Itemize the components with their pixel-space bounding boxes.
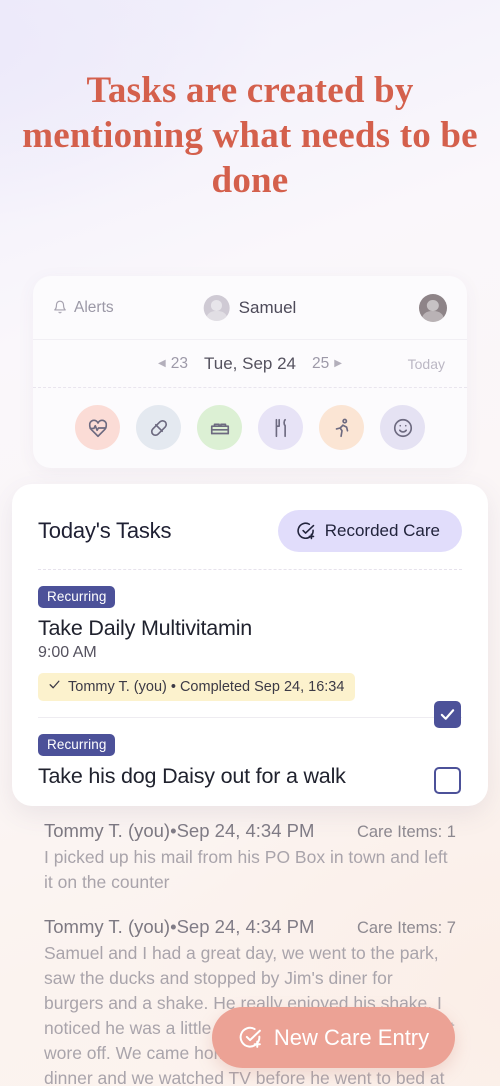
bell-icon — [53, 300, 67, 316]
utensils-icon — [275, 418, 286, 437]
pill-icon — [150, 419, 167, 436]
category-meals[interactable] — [258, 405, 303, 450]
care-entry-items-count: Care Items: 7 — [356, 919, 456, 937]
task-completion-text: Tommy T. (you) • Completed Sep 24, 16:34 — [68, 678, 345, 695]
tasks-card-header: Today's Tasks Recorded Care — [12, 484, 488, 552]
task-title: Take his dog Daisy out for a walk — [38, 764, 346, 788]
patient-name: Samuel — [238, 297, 297, 317]
user-avatar[interactable] — [419, 293, 447, 322]
care-entry-timestamp: Sep 24, 4:34 PM — [176, 820, 315, 841]
check-icon — [48, 678, 61, 695]
care-entry-items-count: Care Items: 1 — [356, 823, 456, 841]
new-care-entry-label: New Care Entry — [273, 1024, 430, 1050]
current-date: Tue, Sep 24 — [204, 353, 296, 373]
date-navigation: ◀ 23 Tue, Sep 24 25 ▶ Today — [33, 340, 467, 388]
task-badge: Recurring — [38, 586, 116, 608]
dashboard-header: Alerts Samuel — [33, 276, 467, 340]
care-entry-meta: Tommy T. (you) • Sep 24, 4:34 PM Care It… — [44, 916, 456, 938]
smiley-icon — [393, 418, 412, 437]
category-medication[interactable] — [136, 405, 181, 450]
dashboard-preview-card: Alerts Samuel ◀ 23 Tue, Sep 24 25 ▶ Toda… — [33, 276, 467, 468]
task-checkbox-unchecked[interactable] — [434, 767, 461, 794]
care-entry-meta: Tommy T. (you) • Sep 24, 4:34 PM Care It… — [44, 820, 456, 842]
new-care-entry-button[interactable]: New Care Entry — [212, 1007, 455, 1068]
page-title: Tasks are created by mentioning what nee… — [22, 70, 478, 201]
next-day-label: 25 — [312, 354, 330, 372]
prev-day-label: 23 — [170, 354, 188, 372]
task-row[interactable]: Recurring Take his dog Daisy out for a w… — [12, 718, 488, 794]
patient-selector[interactable]: Samuel — [203, 294, 297, 321]
alerts-label: Alerts — [74, 298, 114, 316]
circle-check-plus-icon — [296, 521, 316, 541]
task-completion-banner: Tommy T. (you) • Completed Sep 24, 16:34 — [38, 673, 356, 701]
running-icon — [335, 418, 348, 437]
care-entry-author: Tommy T. (you) — [44, 916, 171, 937]
task-row[interactable]: Recurring Take Daily Multivitamin 9:00 A… — [12, 570, 488, 728]
alerts-button[interactable]: Alerts — [53, 299, 114, 317]
chevron-left-icon: ◀ — [158, 358, 166, 369]
category-icon-row — [33, 388, 467, 467]
care-entry[interactable]: Tommy T. (you) • Sep 24, 4:34 PM Care It… — [44, 820, 456, 895]
category-vitals[interactable] — [75, 405, 120, 450]
category-activity[interactable] — [319, 405, 364, 450]
prev-day-button[interactable]: ◀ 23 — [158, 355, 188, 373]
recorded-care-button[interactable]: Recorded Care — [277, 510, 462, 552]
chevron-right-icon: ▶ — [334, 358, 342, 369]
care-entry-author: Tommy T. (you) — [44, 820, 171, 841]
circle-check-plus-icon — [238, 1025, 263, 1050]
next-day-button[interactable]: 25 ▶ — [312, 355, 342, 373]
category-sleep[interactable] — [197, 405, 242, 450]
task-time: 9:00 AM — [38, 644, 97, 661]
patient-avatar — [203, 294, 230, 321]
care-entry-body: I picked up his mail from his PO Box in … — [44, 847, 448, 892]
heart-pulse-icon — [88, 418, 107, 437]
tasks-card-title: Today's Tasks — [38, 518, 172, 543]
today-button[interactable]: Today — [408, 356, 445, 372]
bed-icon — [210, 423, 229, 434]
task-badge: Recurring — [38, 734, 116, 756]
category-mood[interactable] — [380, 405, 425, 450]
task-title: Take Daily Multivitamin — [38, 616, 253, 640]
care-entry-timestamp: Sep 24, 4:34 PM — [176, 916, 315, 937]
recorded-care-label: Recorded Care — [324, 521, 440, 540]
todays-tasks-card: Today's Tasks Recorded Care Recurring Ta… — [12, 484, 488, 806]
